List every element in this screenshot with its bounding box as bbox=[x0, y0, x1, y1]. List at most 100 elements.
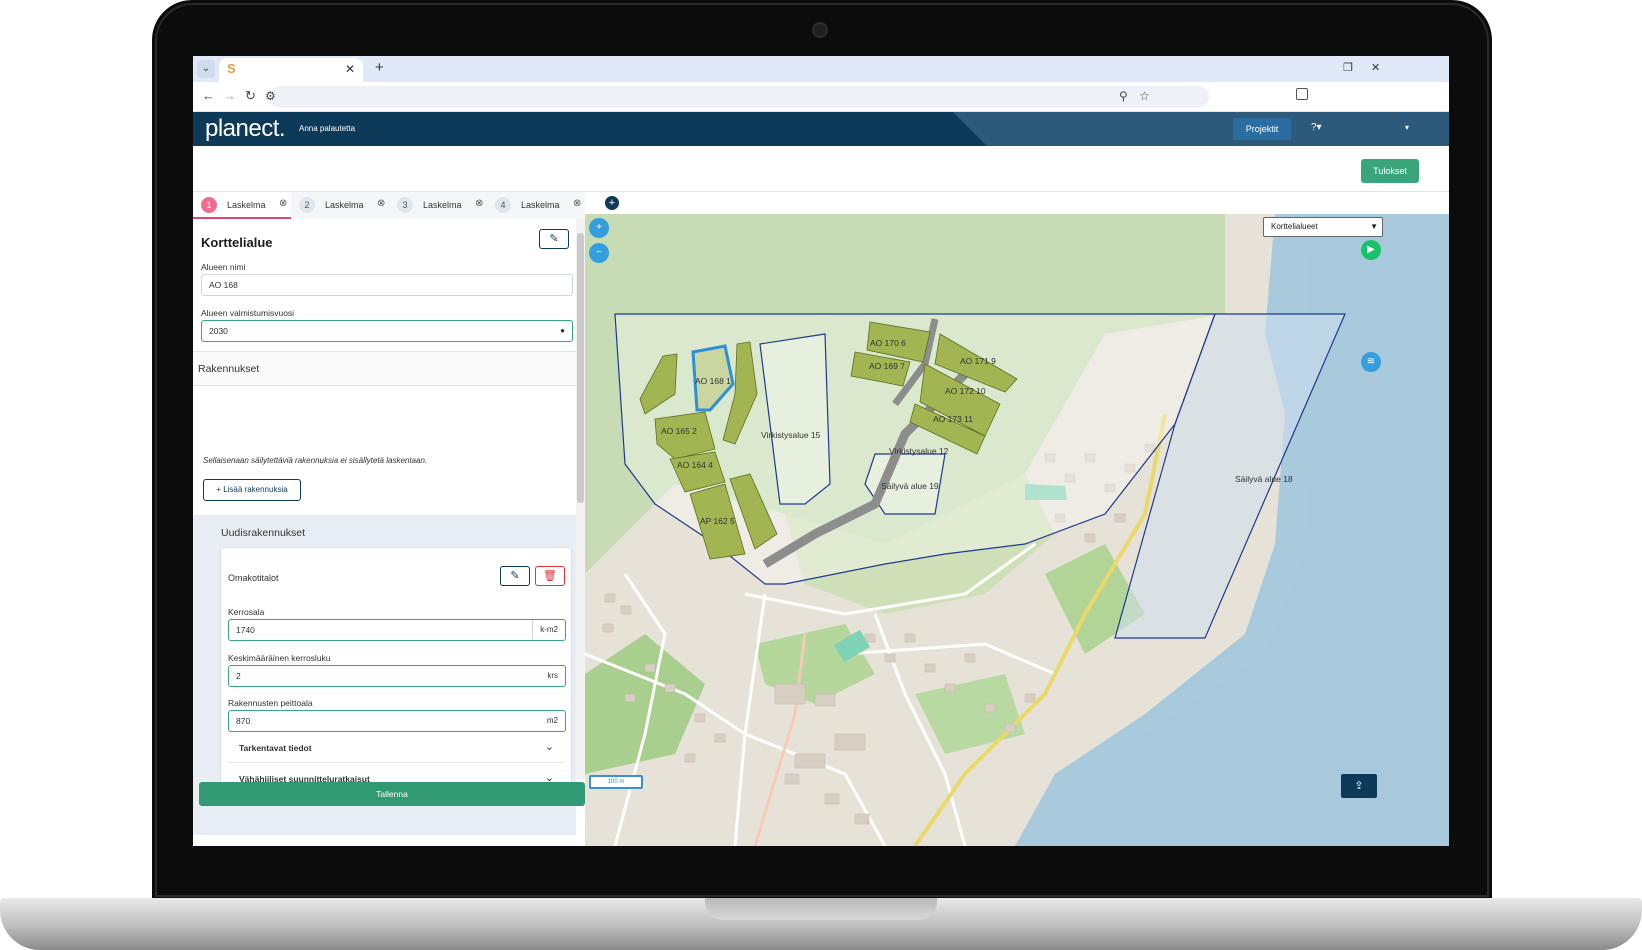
year-field[interactable]: 2030 ● bbox=[201, 320, 573, 342]
back-icon[interactable]: ← bbox=[202, 88, 215, 103]
calc-tab-label: Laskelma bbox=[521, 200, 560, 210]
pencil-icon: ✎ bbox=[549, 233, 559, 245]
scale-bar: 100 m bbox=[589, 775, 643, 789]
results-button[interactable]: Tulokset bbox=[1361, 159, 1419, 183]
footprint-value: 870 bbox=[236, 716, 251, 726]
projects-button[interactable]: Projektit bbox=[1233, 118, 1291, 140]
layers-icon[interactable]: ≋ bbox=[1361, 352, 1381, 372]
delete-building-button[interactable]: 🗑 bbox=[535, 566, 565, 586]
play-icon[interactable]: ▶ bbox=[1361, 240, 1381, 260]
edit-building-button[interactable]: ✎ bbox=[500, 566, 530, 586]
building-type-title: Omakotitalot bbox=[228, 573, 279, 583]
area-label: AO 165 2 bbox=[661, 426, 697, 436]
floor-area-unit: k-m2 bbox=[532, 620, 565, 640]
area-name-field[interactable]: AO 168 bbox=[201, 274, 573, 296]
close-window-icon[interactable]: ✕ bbox=[1371, 61, 1380, 74]
buildings-section: Rakennukset bbox=[193, 351, 576, 386]
year-value: 2030 bbox=[209, 326, 228, 336]
user-menu-dropdown[interactable]: ▾ bbox=[1405, 123, 1409, 132]
calc-tab-number: 3 bbox=[397, 197, 413, 213]
calc-tab-number: 2 bbox=[299, 197, 315, 213]
chevron-down-icon: ⌄ bbox=[544, 741, 554, 753]
add-buildings-button[interactable]: + Lisää rakennuksia bbox=[203, 479, 301, 501]
calc-tab-close-icon[interactable]: ⊗ bbox=[377, 198, 385, 209]
browser-tabstrip: ⌄ S ✕ + ❐ ✕ bbox=[193, 56, 1449, 82]
upload-button[interactable]: ⇪ bbox=[1341, 774, 1377, 798]
panel-title: Korttelialue bbox=[201, 235, 273, 250]
chevron-down-icon: ▼ bbox=[1370, 222, 1378, 231]
pencil-icon: ✎ bbox=[510, 570, 520, 582]
floors-field[interactable]: 2 krs bbox=[228, 665, 566, 687]
planect-logo[interactable]: planect. bbox=[205, 115, 286, 143]
area-label: AO 170 6 bbox=[870, 338, 906, 348]
extensions-icon[interactable] bbox=[1296, 88, 1308, 100]
edit-area-button[interactable]: ✎ bbox=[539, 229, 569, 249]
new-buildings-title: Uudisrakennukset bbox=[221, 527, 306, 539]
area-label: AP 162 5 bbox=[700, 516, 735, 526]
site-info-icon[interactable]: ⚙ bbox=[265, 89, 276, 103]
map-canvas[interactable]: AO 168 1 AO 170 6 AO 171 9 AO 169 7 AO 1… bbox=[585, 214, 1449, 846]
app-header: planect. Anna palautetta Projektit ?▾ ▾ bbox=[193, 112, 1449, 146]
new-tab-button[interactable]: + bbox=[375, 59, 384, 76]
zoom-icon[interactable]: ⚲ bbox=[1119, 89, 1128, 103]
calc-tab-label: Laskelma bbox=[227, 200, 266, 210]
floor-area-field[interactable]: 1740 k-m2 bbox=[228, 619, 566, 641]
accordion-details[interactable]: Tarkentavat tiedot ⌄ bbox=[228, 733, 564, 763]
floor-area-value: 1740 bbox=[236, 625, 255, 635]
calc-tab-number: 4 bbox=[495, 197, 511, 213]
footprint-label: Rakennusten peittoala bbox=[228, 698, 313, 708]
reload-icon[interactable]: ↻ bbox=[245, 88, 256, 104]
area-label: Virkistysalue 15 bbox=[761, 430, 821, 440]
lock-icon: ● bbox=[560, 326, 565, 335]
footprint-field[interactable]: 870 m2 bbox=[228, 710, 566, 732]
floors-value: 2 bbox=[236, 671, 241, 681]
calc-tab-2[interactable]: 2 Laskelma ⊗ bbox=[291, 192, 389, 219]
scrollbar[interactable] bbox=[576, 219, 585, 779]
zoom-in-icon[interactable]: + bbox=[589, 218, 609, 238]
browser-tab[interactable]: S ✕ bbox=[219, 58, 363, 82]
help-menu-icon[interactable]: ?▾ bbox=[1311, 122, 1322, 133]
calc-tab-close-icon[interactable]: ⊗ bbox=[573, 198, 581, 209]
calc-tab-close-icon[interactable]: ⊗ bbox=[475, 198, 483, 209]
camera-icon bbox=[812, 22, 828, 38]
calc-tab-4[interactable]: 4 Laskelma ⊗ bbox=[487, 192, 585, 219]
screen: ⌄ S ✕ + ❐ ✕ ← → ↻ ⚙ ⚲ ☆ planect. Anna pa… bbox=[193, 56, 1449, 846]
area-label: AO 168 1 bbox=[695, 376, 731, 386]
feedback-link[interactable]: Anna palautetta bbox=[299, 124, 355, 133]
map-view[interactable]: AO 168 1 AO 170 6 AO 171 9 AO 169 7 AO 1… bbox=[585, 214, 1449, 846]
calc-tab-close-icon[interactable]: ⊗ bbox=[279, 198, 287, 209]
footprint-unit: m2 bbox=[546, 716, 558, 725]
floor-area-label: Kerrosala bbox=[228, 607, 265, 617]
area-label: AO 172 10 bbox=[945, 386, 986, 396]
year-label: Alueen valmistumisvuosi bbox=[201, 308, 295, 318]
area-label: AO 169 7 bbox=[869, 361, 905, 371]
buildings-note: Sellaisenaan säilytettäviä rakennuksia e… bbox=[203, 456, 428, 465]
laptop-notch bbox=[705, 898, 937, 920]
calc-tab-1[interactable]: 1 Laskelma ⊗ bbox=[193, 192, 291, 219]
browser-toolbar: ← → ↻ ⚙ ⚲ ☆ bbox=[193, 82, 1449, 112]
buildings-title: Rakennukset bbox=[198, 363, 260, 375]
calc-tab-3[interactable]: 3 Laskelma ⊗ bbox=[389, 192, 487, 219]
area-label: AO 164 4 bbox=[677, 460, 713, 470]
scroll-thumb[interactable] bbox=[577, 233, 584, 503]
zoom-out-icon[interactable]: − bbox=[589, 243, 609, 263]
forward-icon[interactable]: → bbox=[223, 88, 236, 103]
add-calc-tab-button[interactable]: + bbox=[605, 196, 619, 210]
floors-label: Keskimääräinen kerrosluku bbox=[228, 653, 331, 663]
area-label: AO 171 9 bbox=[960, 356, 996, 366]
address-bar[interactable]: ⚙ ⚲ ☆ bbox=[265, 86, 1209, 108]
tab-search-dropdown[interactable]: ⌄ bbox=[197, 60, 215, 78]
restore-window-icon[interactable]: ❐ bbox=[1343, 61, 1353, 74]
area-name-label: Alueen nimi bbox=[201, 262, 246, 272]
save-button[interactable]: Tallenna bbox=[199, 782, 585, 806]
left-panel: Korttelialue ✎ Alueen nimi AO 168 Alueen… bbox=[193, 219, 585, 846]
area-label: Virkistysalue 12 bbox=[889, 446, 949, 456]
area-label: AO 173 11 bbox=[933, 414, 973, 424]
calc-tab-label: Laskelma bbox=[325, 200, 364, 210]
layer-select-value: Korttelialueet bbox=[1271, 222, 1318, 231]
layer-select[interactable]: Korttelialueet ▼ bbox=[1263, 217, 1383, 237]
tab-close-icon[interactable]: ✕ bbox=[345, 62, 355, 76]
bookmark-star-icon[interactable]: ☆ bbox=[1139, 89, 1150, 103]
calc-tab-label: Laskelma bbox=[423, 200, 462, 210]
area-label: Säilyvä alue 18 bbox=[1235, 474, 1293, 484]
